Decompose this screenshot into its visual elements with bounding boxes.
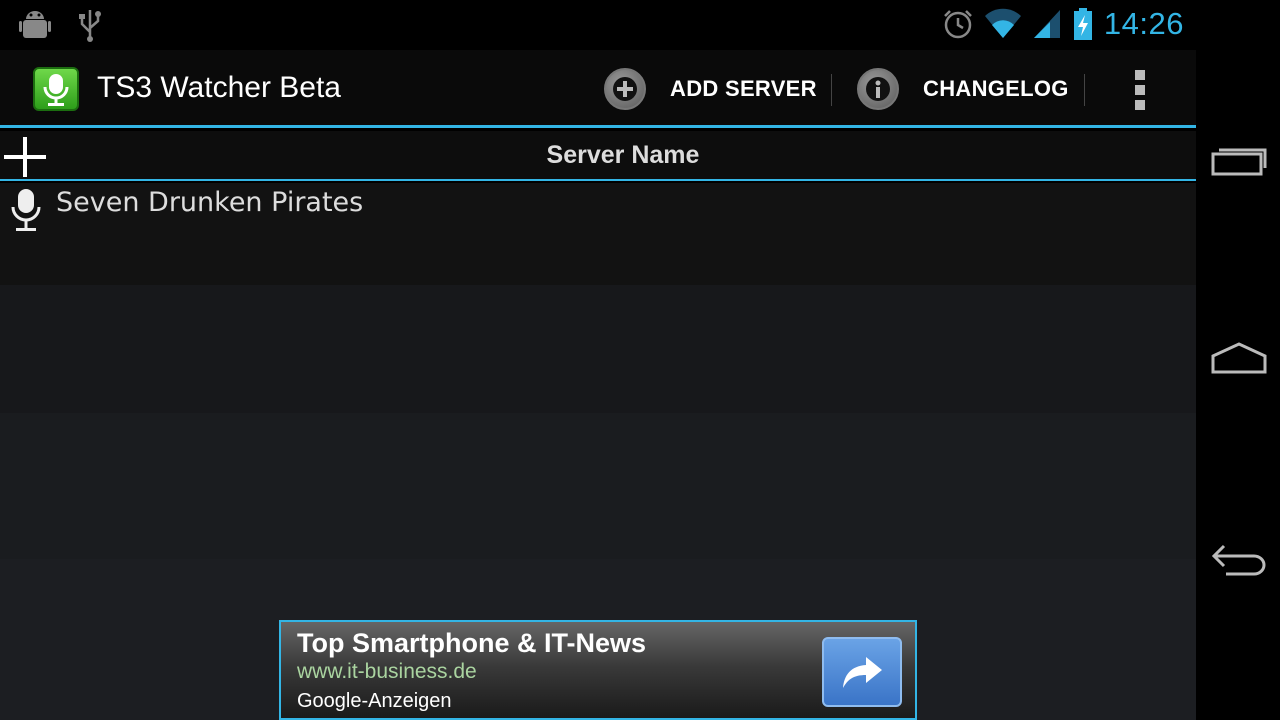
microphone-icon <box>11 189 41 231</box>
column-header-server-name: Server Name <box>546 141 700 169</box>
wifi-icon <box>984 8 1021 39</box>
server-list-item[interactable]: Seven Drunken Pirates <box>0 183 1196 231</box>
status-right-icons: 14:26 <box>942 6 1184 42</box>
info-circle-icon <box>857 68 899 110</box>
recent-apps-icon[interactable] <box>1210 140 1268 180</box>
action-bar: TS3 Watcher Beta ADD SERVER CHANGELOG <box>0 50 1196 128</box>
ad-source: Google-Anzeigen <box>297 690 452 712</box>
navigation-bar <box>1196 0 1280 720</box>
back-icon[interactable] <box>1210 540 1268 580</box>
ad-title: Top Smartphone & IT-News <box>297 628 647 658</box>
status-clock: 14:26 <box>1103 6 1184 41</box>
action-divider <box>1084 74 1085 106</box>
status-bar: 14:26 <box>0 0 1196 50</box>
ad-banner[interactable]: Top Smartphone & IT-News www.it-business… <box>279 620 917 720</box>
app-title: TS3 Watcher Beta <box>97 71 341 104</box>
teamspeak-mic-icon[interactable] <box>33 67 79 111</box>
changelog-button[interactable]: CHANGELOG <box>857 63 1069 115</box>
signal-icon <box>1033 10 1060 38</box>
battery-charging-icon <box>1073 8 1092 40</box>
share-arrow-icon[interactable] <box>822 637 902 707</box>
alarm-icon <box>944 10 972 39</box>
add-circle-icon <box>604 68 646 110</box>
list-header: Server Name <box>0 131 1196 181</box>
add-server-button[interactable]: ADD SERVER <box>604 63 817 115</box>
server-name: Seven Drunken Pirates <box>56 187 364 218</box>
add-server-label: ADD SERVER <box>670 76 817 101</box>
ad-url: www.it-business.de <box>297 660 477 683</box>
action-divider <box>831 74 832 106</box>
status-left-icons <box>18 8 102 42</box>
overflow-menu-icon[interactable] <box>1128 70 1152 110</box>
changelog-label: CHANGELOG <box>923 76 1069 101</box>
usb-icon <box>79 10 101 42</box>
home-icon[interactable] <box>1210 338 1268 378</box>
android-debug-icon <box>19 11 51 38</box>
